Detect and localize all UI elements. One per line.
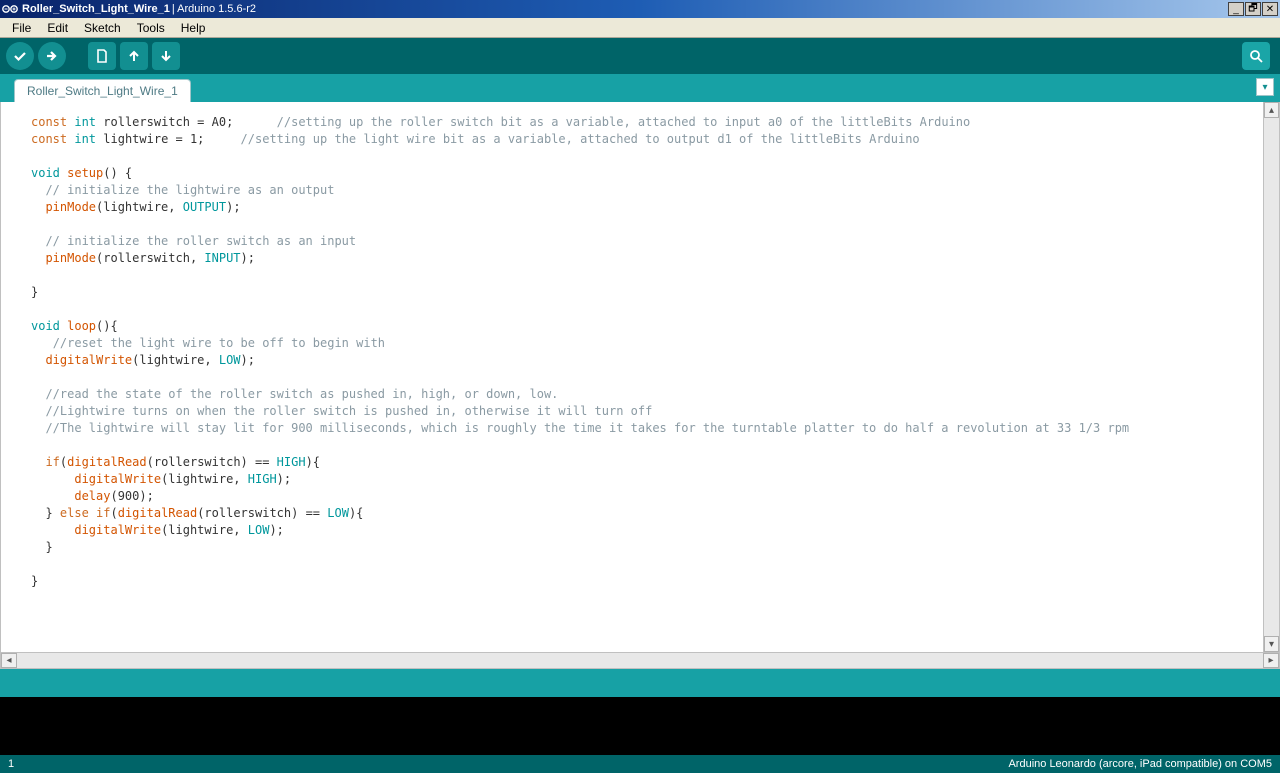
scroll-up-icon[interactable]: ▴ xyxy=(1264,102,1279,118)
toolbar xyxy=(0,38,1280,74)
right-arrow-icon xyxy=(44,48,60,64)
scroll-right-icon[interactable]: ▸ xyxy=(1263,653,1279,668)
window-titlebar: Roller_Switch_Light_Wire_1 | Arduino 1.5… xyxy=(0,0,1280,18)
new-button[interactable] xyxy=(88,42,116,70)
window-controls: _ 🗗 ✕ xyxy=(1227,2,1278,16)
console-output[interactable] xyxy=(0,697,1280,755)
down-arrow-icon xyxy=(158,48,174,64)
code-editor[interactable]: const int rollerswitch = A0; //setting u… xyxy=(1,102,1279,652)
magnifier-icon xyxy=(1248,48,1264,64)
open-button[interactable] xyxy=(120,42,148,70)
menu-sketch[interactable]: Sketch xyxy=(76,19,129,37)
save-button[interactable] xyxy=(152,42,180,70)
check-icon xyxy=(12,48,28,64)
tab-sketch[interactable]: Roller_Switch_Light_Wire_1 xyxy=(14,79,191,103)
status-board-info: Arduino Leonardo (arcore, iPad compatibl… xyxy=(1008,758,1272,770)
menu-help[interactable]: Help xyxy=(173,19,214,37)
statusbar: 1 Arduino Leonardo (arcore, iPad compati… xyxy=(0,755,1280,773)
arduino-logo-icon xyxy=(2,4,18,14)
menu-tools[interactable]: Tools xyxy=(129,19,173,37)
horizontal-scrollbar[interactable]: ◂ ▸ xyxy=(1,652,1279,668)
menu-edit[interactable]: Edit xyxy=(39,19,76,37)
editor-panel: const int rollerswitch = A0; //setting u… xyxy=(0,102,1280,669)
close-button[interactable]: ✕ xyxy=(1262,2,1278,16)
tab-dropdown-button[interactable]: ▾ xyxy=(1256,78,1274,96)
upload-button[interactable] xyxy=(38,42,66,70)
scroll-left-icon[interactable]: ◂ xyxy=(1,653,17,668)
scroll-down-icon[interactable]: ▾ xyxy=(1264,636,1279,652)
up-arrow-icon xyxy=(126,48,142,64)
vertical-scrollbar[interactable]: ▴ ▾ xyxy=(1263,102,1279,652)
verify-button[interactable] xyxy=(6,42,34,70)
window-title: Roller_Switch_Light_Wire_1 xyxy=(22,3,170,15)
maximize-button[interactable]: 🗗 xyxy=(1245,2,1261,16)
file-icon xyxy=(94,48,110,64)
menu-file[interactable]: File xyxy=(4,19,39,37)
window-title-suffix: | Arduino 1.5.6-r2 xyxy=(172,3,256,15)
serial-monitor-button[interactable] xyxy=(1242,42,1270,70)
menubar: File Edit Sketch Tools Help xyxy=(0,18,1280,38)
message-area xyxy=(0,669,1280,697)
minimize-button[interactable]: _ xyxy=(1228,2,1244,16)
status-line-number: 1 xyxy=(8,758,14,770)
tab-strip: Roller_Switch_Light_Wire_1 ▾ xyxy=(0,74,1280,102)
